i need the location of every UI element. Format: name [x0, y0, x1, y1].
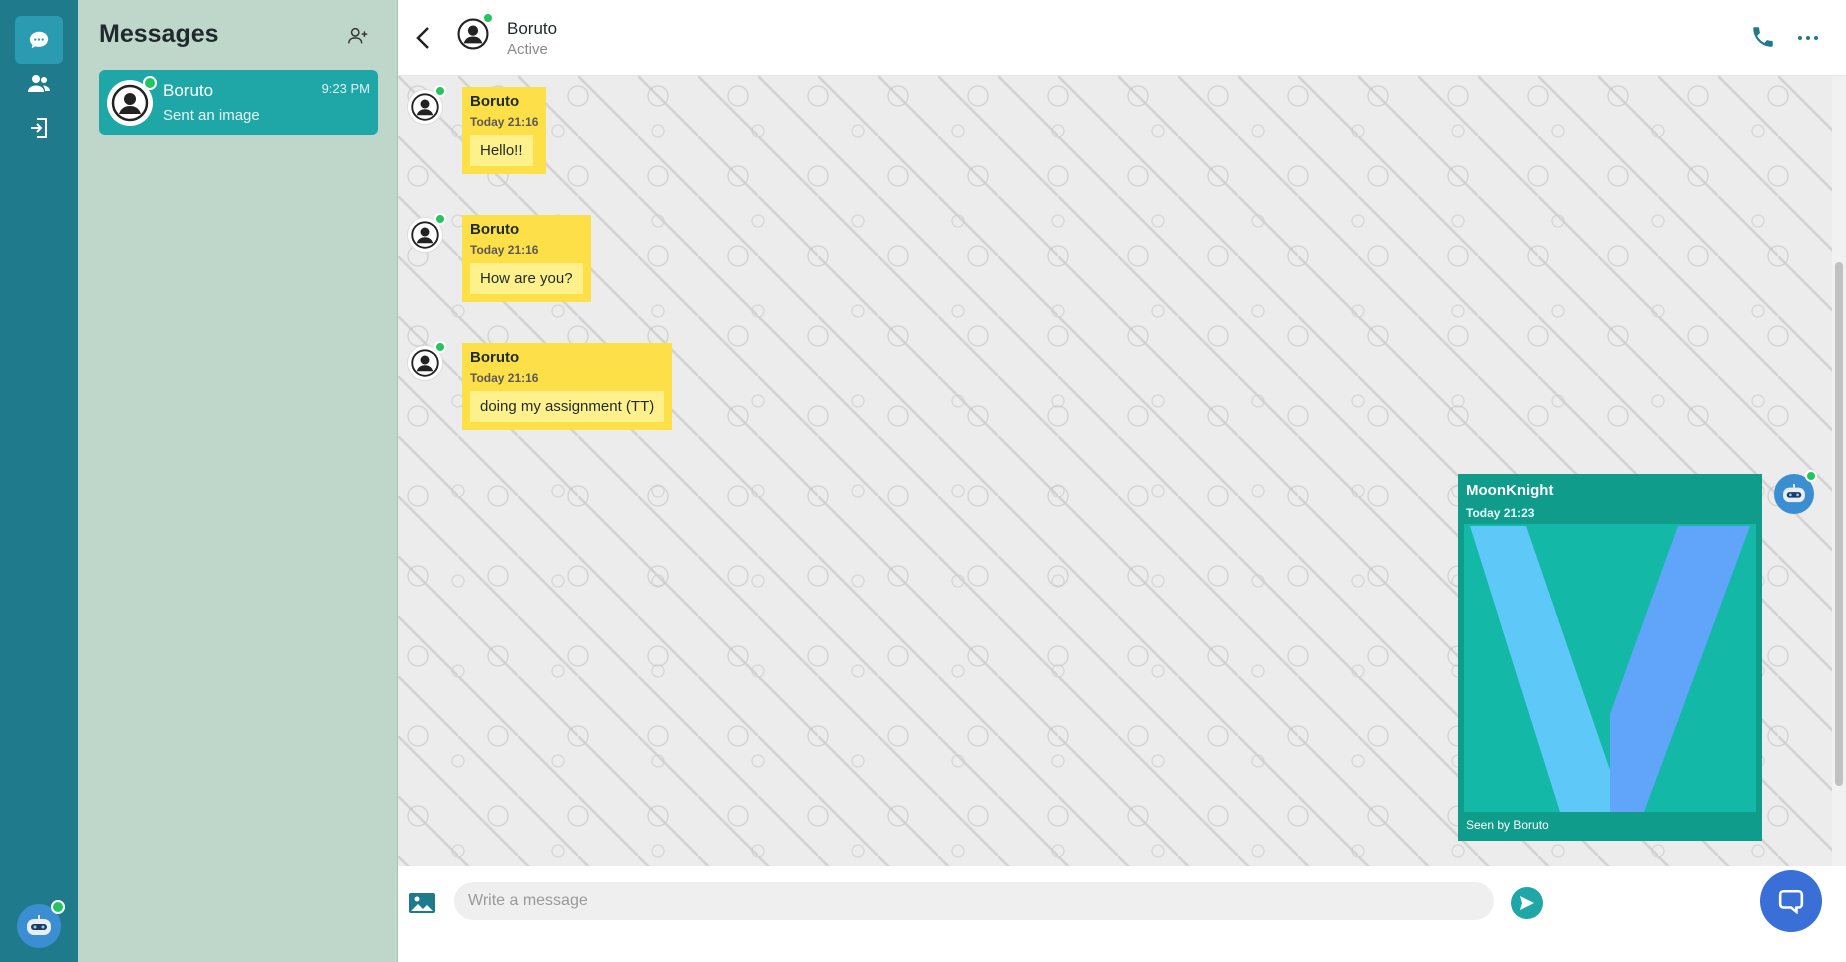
- nav-rail: [0, 0, 78, 962]
- message-input[interactable]: [454, 882, 1494, 920]
- user-placeholder-icon: [411, 349, 439, 377]
- message-sender: Boruto: [470, 349, 520, 366]
- chat-header: Boruto Active: [398, 0, 1846, 76]
- message-text: doing my assignment (TT): [470, 391, 665, 422]
- message-time: Today 21:16: [470, 115, 539, 129]
- nav-chats-button[interactable]: [15, 16, 63, 64]
- phone-icon[interactable]: [1750, 24, 1776, 50]
- incoming-message: Boruto Today 21:16 doing my assignment (…: [462, 343, 673, 430]
- incoming-message: Boruto Today 21:16 Hello!!: [462, 87, 547, 174]
- robot-avatar-icon: [27, 915, 51, 935]
- more-options-icon[interactable]: [1796, 34, 1820, 42]
- contact-status: Active: [507, 41, 548, 58]
- sender-avatar: [407, 341, 446, 381]
- attached-image[interactable]: [1464, 524, 1756, 812]
- incoming-message: Boruto Today 21:16 How are you?: [462, 215, 591, 302]
- conversation-preview: Sent an image: [163, 107, 260, 124]
- user-placeholder-icon: [411, 221, 439, 249]
- my-avatar: [1774, 470, 1817, 514]
- chat-view: Boruto Active Boruto Today 21:16 Hello!!: [398, 0, 1846, 962]
- message-composer: [398, 866, 1846, 962]
- online-indicator: [434, 85, 446, 97]
- message-list[interactable]: Boruto Today 21:16 Hello!! Boruto Today …: [398, 76, 1846, 866]
- online-indicator: [51, 900, 65, 914]
- panel-title: Messages: [99, 20, 219, 48]
- scrollbar[interactable]: [1832, 76, 1846, 866]
- logout-icon: [31, 118, 47, 138]
- message-sender: Boruto: [470, 221, 520, 238]
- nav-contacts-button[interactable]: [15, 60, 63, 108]
- message-time: Today 21:23: [1466, 506, 1535, 520]
- seen-status: Seen by Boruto: [1466, 818, 1549, 832]
- image-upload-icon[interactable]: [408, 891, 436, 915]
- conversation-name: Boruto: [163, 81, 214, 100]
- online-indicator: [1805, 470, 1817, 482]
- user-placeholder-icon: [411, 93, 439, 121]
- chat-fab-button[interactable]: [1760, 870, 1822, 932]
- add-user-icon[interactable]: [347, 25, 369, 47]
- conversation-panel: Messages Boruto Sent an image 9:23 PM: [78, 0, 398, 962]
- online-indicator: [434, 341, 446, 353]
- conversation-item[interactable]: Boruto Sent an image 9:23 PM: [99, 70, 378, 135]
- nav-logout-button[interactable]: [15, 104, 63, 152]
- current-user-avatar[interactable]: [17, 900, 65, 948]
- message-time: Today 21:16: [470, 371, 539, 385]
- contacts-icon: [28, 75, 50, 92]
- message-text: Hello!!: [470, 135, 533, 166]
- sender-avatar: [407, 213, 446, 253]
- scrollbar-thumb[interactable]: [1835, 262, 1843, 786]
- image-attachment-graphic: [1464, 524, 1756, 812]
- message-sender: Boruto: [470, 93, 520, 110]
- sender-avatar: [407, 85, 446, 125]
- send-icon: [1520, 896, 1534, 910]
- chat-bubble-icon: [1778, 889, 1804, 914]
- message-text: How are you?: [470, 263, 583, 294]
- send-button[interactable]: [1511, 887, 1543, 919]
- conversation-time: 9:23 PM: [321, 81, 370, 96]
- online-indicator: [143, 76, 157, 90]
- contact-avatar: [456, 12, 494, 51]
- online-indicator: [482, 12, 494, 24]
- chat-app: Messages Boruto Sent an image 9:23 PM Bo…: [0, 0, 1846, 962]
- message-time: Today 21:16: [470, 243, 539, 257]
- online-indicator: [434, 213, 446, 225]
- contact-name: Boruto: [507, 19, 558, 38]
- back-arrow-icon[interactable]: [412, 24, 436, 52]
- outgoing-message: MoonKnight Today 21:23 Seen by Boruto: [1458, 474, 1762, 841]
- user-placeholder-icon: [111, 84, 149, 122]
- message-sender: MoonKnight: [1466, 482, 1554, 499]
- chat-icon: [29, 31, 49, 49]
- avatar: [107, 76, 157, 126]
- robot-avatar-icon: [1783, 484, 1805, 503]
